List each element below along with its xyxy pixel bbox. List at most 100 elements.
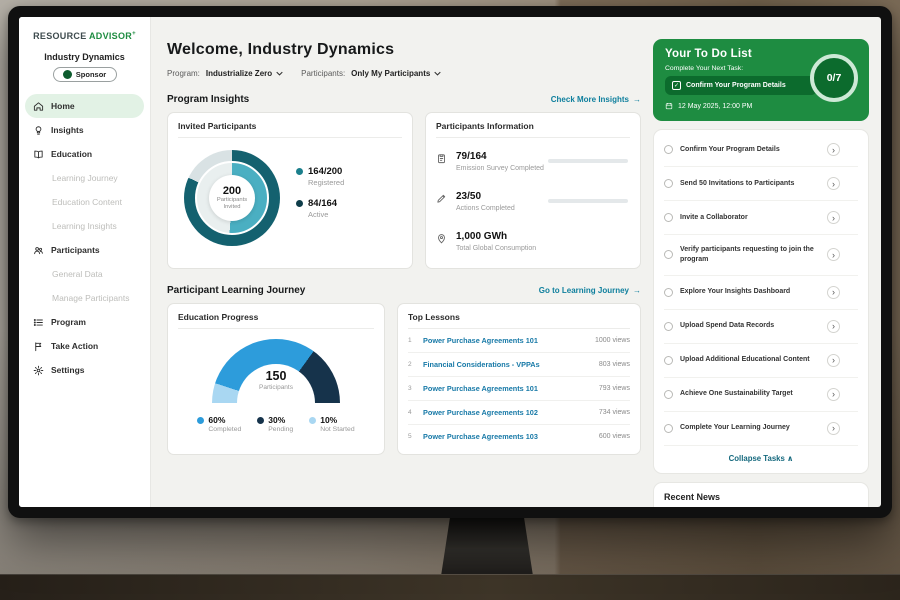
home-icon <box>33 101 44 112</box>
section-title: Participant Learning Journey <box>167 285 305 296</box>
sidebar-item-label: Insights <box>51 125 84 135</box>
registered-dot-icon <box>296 168 303 175</box>
donut-center: 200 Participants Invited <box>209 175 255 221</box>
sidebar-item-participants[interactable]: Participants <box>19 238 150 262</box>
task-row[interactable]: Explore Your Insights Dashboard › <box>664 276 858 310</box>
sidebar-item-insights[interactable]: Insights <box>19 118 150 142</box>
education-progress-card: Education Progress 150 Participants <box>167 303 385 455</box>
chevron-right-icon[interactable]: › <box>827 143 840 156</box>
task-row[interactable]: Invite a Collaborator › <box>664 201 858 235</box>
task-row[interactable]: Upload Spend Data Records › <box>664 310 858 344</box>
task-checkbox[interactable] <box>664 179 673 188</box>
completed-dot-icon <box>197 417 204 424</box>
clipboard-icon <box>436 153 448 172</box>
task-row[interactable]: Send 50 Invitations to Participants › <box>664 167 858 201</box>
sidebar-item-label: Education <box>51 149 92 159</box>
logo-advisor-text: ADVISOR <box>89 31 132 41</box>
info-label: Emission Survey Completed <box>456 165 544 172</box>
dashboard: RESOURCE ADVISOR+ Industry Dynamics Spon… <box>19 17 881 507</box>
next-task-pill[interactable]: ✓ Confirm Your Program Details <box>665 76 817 95</box>
sidebar-item-label: Take Action <box>51 341 98 351</box>
collapse-tasks-link[interactable]: Collapse Tasks ∧ <box>664 446 858 469</box>
flag-icon <box>33 341 44 352</box>
screen: RESOURCE ADVISOR+ Industry Dynamics Spon… <box>19 17 881 507</box>
task-row[interactable]: Complete Your Learning Journey › <box>664 412 858 446</box>
task-checkbox[interactable] <box>664 322 673 331</box>
recent-news-title: Recent News <box>664 492 858 502</box>
participants-info-rows: 79/164 Emission Survey Completed 23/50 <box>436 138 630 261</box>
task-checkbox[interactable] <box>664 356 673 365</box>
program-filter-label: Program: <box>167 69 200 78</box>
task-checkbox[interactable] <box>664 213 673 222</box>
task-row[interactable]: Achieve One Sustainability Target › <box>664 378 858 412</box>
chevron-right-icon[interactable]: › <box>827 354 840 367</box>
chevron-right-icon[interactable]: › <box>827 320 840 333</box>
gauge-center-value: 150 <box>212 369 340 383</box>
legend-item-registered: 164/200 Registered <box>296 166 344 187</box>
lesson-row: 4 Power Purchase Agreements 102 734 view… <box>408 401 630 425</box>
arrow-right-icon: → <box>633 95 641 104</box>
lesson-link[interactable]: Financial Considerations - VPPAs <box>423 360 592 369</box>
chevron-right-icon[interactable]: › <box>827 286 840 299</box>
todo-progress-ring: 0/7 <box>810 54 858 102</box>
pending-value: 30% <box>268 415 293 425</box>
list-icon <box>33 317 44 328</box>
app-logo: RESOURCE ADVISOR+ <box>19 31 150 41</box>
sidebar-item-label: Settings <box>51 365 85 375</box>
program-select[interactable]: Industrialize Zero <box>206 69 283 78</box>
not-started-label: Not Started <box>320 426 354 433</box>
participants-select[interactable]: Only My Participants <box>351 69 441 78</box>
lessons-list: 1 Power Purchase Agreements 101 1000 vie… <box>408 329 630 448</box>
task-checkbox[interactable] <box>664 250 673 259</box>
todo-sidebar: Your To Do List Complete Your Next Task:… <box>653 17 881 507</box>
not-started-value: 10% <box>320 415 354 425</box>
chevron-right-icon[interactable]: › <box>827 177 840 190</box>
invited-card-body: 200 Participants Invited 164/200 <box>178 138 402 246</box>
task-row[interactable]: Upload Additional Educational Content › <box>664 344 858 378</box>
go-to-learning-journey-link[interactable]: Go to Learning Journey → <box>539 286 641 295</box>
lesson-views: 600 views <box>599 433 630 440</box>
chevron-right-icon[interactable]: › <box>827 248 840 261</box>
task-checkbox[interactable] <box>664 424 673 433</box>
task-checkbox[interactable] <box>664 390 673 399</box>
chevron-down-icon <box>434 71 441 76</box>
chevron-right-icon[interactable]: › <box>827 388 840 401</box>
task-checkbox[interactable] <box>664 288 673 297</box>
lesson-link[interactable]: Power Purchase Agreements 103 <box>423 432 592 441</box>
sidebar-item-home[interactable]: Home <box>25 94 144 118</box>
sidebar-item-label: Learning Journey <box>52 173 118 183</box>
sidebar-item-education[interactable]: Education <box>19 142 150 166</box>
participants-filter-label: Participants: <box>301 69 345 78</box>
sidebar-item-learning-journey[interactable]: Learning Journey <box>19 166 150 190</box>
sidebar-item-take-action[interactable]: Take Action <box>19 334 150 358</box>
sidebar-item-general-data[interactable]: General Data <box>19 262 150 286</box>
lesson-link[interactable]: Power Purchase Agreements 101 <box>423 384 592 393</box>
sidebar-item-learning-insights[interactable]: Learning Insights <box>19 214 150 238</box>
check-more-insights-link[interactable]: Check More Insights → <box>551 95 641 104</box>
link-label: Go to Learning Journey <box>539 286 629 295</box>
participants-select-value: Only My Participants <box>351 69 430 78</box>
next-task-checkbox[interactable]: ✓ <box>672 81 681 90</box>
location-pin-icon <box>436 233 448 252</box>
collapse-label: Collapse Tasks <box>729 454 785 463</box>
task-label: Upload Spend Data Records <box>680 321 820 331</box>
task-row[interactable]: Confirm Your Program Details › <box>664 133 858 167</box>
sidebar-item-program[interactable]: Program <box>19 310 150 334</box>
lesson-rank: 1 <box>408 337 416 344</box>
info-label: Total Global Consumption <box>456 245 536 252</box>
completed-value: 60% <box>208 415 241 425</box>
sidebar-item-manage-participants[interactable]: Manage Participants <box>19 286 150 310</box>
book-icon <box>33 149 44 160</box>
sidebar-item-settings[interactable]: Settings <box>19 358 150 382</box>
sidebar-item-education-content[interactable]: Education Content <box>19 190 150 214</box>
task-row[interactable]: Verify participants requesting to join t… <box>664 235 858 276</box>
lesson-link[interactable]: Power Purchase Agreements 101 <box>423 336 588 345</box>
recent-news-card: Recent News <box>653 482 869 507</box>
chevron-down-icon <box>276 71 283 76</box>
chevron-right-icon[interactable]: › <box>827 422 840 435</box>
sidebar-item-label: Learning Insights <box>52 221 117 231</box>
lesson-link[interactable]: Power Purchase Agreements 102 <box>423 408 592 417</box>
task-checkbox[interactable] <box>664 145 673 154</box>
chevron-right-icon[interactable]: › <box>827 211 840 224</box>
learning-cards-row: Education Progress 150 Participants <box>167 303 641 455</box>
